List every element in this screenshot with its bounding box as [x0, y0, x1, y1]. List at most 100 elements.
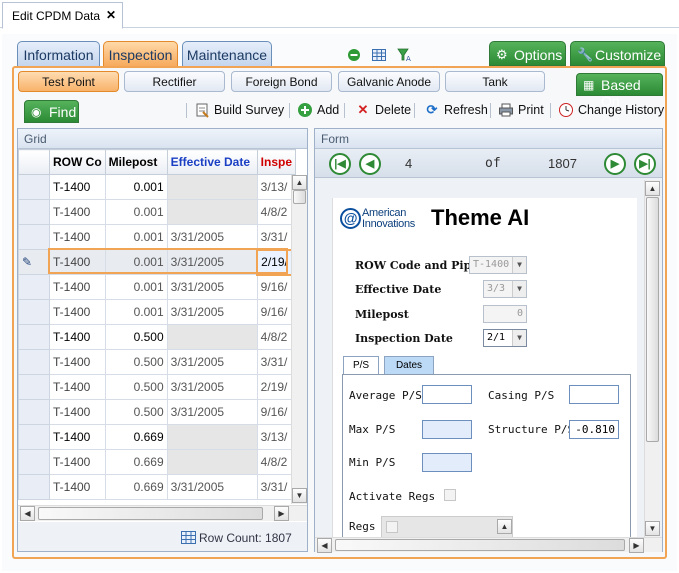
row-selector[interactable]	[18, 474, 50, 500]
cell-row-code[interactable]: T-1400	[49, 274, 106, 300]
cell-row-code[interactable]: T-1400	[49, 349, 106, 375]
chevron-down-icon[interactable]: ▼	[512, 281, 526, 297]
cell-effective-date[interactable]: 3/31/2005	[166, 249, 258, 275]
cell-effective-date[interactable]	[166, 449, 258, 475]
change-history-button[interactable]: Change History	[558, 102, 664, 120]
grid-header-effective-date[interactable]: Effective Date	[166, 149, 258, 175]
table-row[interactable]: T-1400 0.500 3/31/2005 3/31/	[18, 349, 297, 375]
row-selector[interactable]	[18, 274, 50, 300]
cell-milepost[interactable]: 0.500	[104, 374, 168, 400]
form-tab-dates[interactable]: Dates	[384, 356, 434, 375]
cell-inspection-date[interactable]: 9/16/	[256, 299, 297, 325]
average-ps-input[interactable]	[422, 385, 472, 404]
table-row[interactable]: T-1400 0.001 3/31/2005 9/16/	[18, 299, 297, 325]
cell-inspection-date[interactable]: 3/13/	[256, 174, 297, 200]
cell-inspection-date[interactable]: 2/19/	[256, 248, 297, 276]
cell-inspection-date[interactable]: 9/16/	[256, 274, 297, 300]
cell-effective-date[interactable]: 3/31/2005	[166, 474, 258, 500]
cell-effective-date[interactable]	[166, 199, 258, 225]
scroll-right-icon[interactable]: ▶	[274, 506, 289, 521]
cell-milepost[interactable]: 0.001	[104, 274, 168, 300]
based-on-button[interactable]: ▦ Based On	[576, 73, 663, 109]
grid-vertical-scrollbar[interactable]: ▲ ▼	[291, 175, 307, 504]
options-button[interactable]: ⚙ Options	[489, 41, 566, 66]
tab-maintenance[interactable]: Maintenance	[182, 41, 272, 66]
row-selector[interactable]	[18, 324, 50, 350]
row-selector[interactable]	[18, 349, 50, 375]
row-selector[interactable]	[18, 374, 50, 400]
cell-row-code[interactable]: T-1400	[49, 174, 106, 200]
table-row[interactable]: T-1400 0.001 3/31/2005 9/16/	[18, 274, 297, 300]
cell-milepost[interactable]: 0.500	[104, 349, 168, 375]
cell-effective-date[interactable]: 3/31/2005	[166, 399, 258, 425]
table-row[interactable]: T-1400 0.001 3/13/	[18, 174, 297, 200]
cell-milepost[interactable]: 0.001	[104, 299, 168, 325]
chevron-down-icon[interactable]: ▼	[512, 330, 526, 346]
table-row[interactable]: T-1400 0.001 3/31/2005 3/31/	[18, 224, 297, 250]
form-horizontal-scrollbar[interactable]: ◀ ▶	[315, 537, 662, 553]
cell-inspection-date[interactable]: 3/31/	[256, 224, 297, 250]
cell-effective-date[interactable]	[166, 174, 258, 200]
table-row[interactable]: T-1400 0.669 3/31/2005 3/31/	[18, 474, 297, 500]
row-selector[interactable]	[18, 224, 50, 250]
cell-row-code[interactable]: T-1400	[49, 324, 106, 350]
add-button[interactable]: Add	[297, 102, 339, 120]
cell-effective-date[interactable]: 3/31/2005	[166, 224, 258, 250]
last-record-icon[interactable]: ▶|	[634, 153, 656, 175]
print-button[interactable]: Print	[498, 102, 544, 120]
find-button[interactable]: ◉ Find	[24, 100, 79, 123]
cell-row-code[interactable]: T-1400	[49, 249, 106, 275]
row-code-dropdown[interactable]: T-1400 ▼	[469, 256, 527, 274]
cell-row-code[interactable]: T-1400	[49, 199, 106, 225]
scroll-thumb[interactable]	[646, 197, 659, 442]
scroll-thumb[interactable]	[293, 190, 306, 204]
structure-ps-input[interactable]: -0.810	[569, 420, 619, 439]
cell-milepost[interactable]: 0.500	[104, 324, 168, 350]
cell-milepost[interactable]: 0.001	[104, 224, 168, 250]
inspection-date-picker[interactable]: 2/1 ▼	[483, 329, 527, 347]
collapse-icon[interactable]	[347, 48, 361, 62]
first-record-icon[interactable]: |◀	[329, 153, 351, 175]
tab-information[interactable]: Information	[17, 41, 100, 66]
next-record-icon[interactable]: ▶	[604, 153, 626, 175]
scroll-up-icon[interactable]: ▲	[292, 175, 307, 190]
cell-row-code[interactable]: T-1400	[49, 449, 106, 475]
table-row[interactable]: ✎ T-1400 0.001 3/31/2005 2/19/	[18, 248, 297, 276]
build-survey-button[interactable]: Build Survey	[194, 102, 284, 120]
max-ps-input[interactable]	[422, 420, 472, 439]
tab-inspection[interactable]: Inspection	[103, 41, 178, 67]
scroll-right-icon[interactable]: ▶	[629, 538, 644, 553]
row-selector[interactable]	[18, 174, 50, 200]
subtab-foreign-bond[interactable]: Foreign Bond	[231, 71, 332, 92]
cell-row-code[interactable]: T-1400	[49, 374, 106, 400]
delete-button[interactable]: ✕ Delete	[355, 102, 412, 120]
chevron-down-icon[interactable]: ▼	[512, 257, 526, 273]
subtab-tank[interactable]: Tank	[445, 71, 545, 92]
row-selector[interactable]	[18, 449, 50, 475]
cell-effective-date[interactable]	[166, 324, 258, 350]
cell-row-code[interactable]: T-1400	[49, 474, 106, 500]
subtab-rectifier[interactable]: Rectifier	[124, 71, 225, 92]
grid-horizontal-scrollbar[interactable]: ◀ ▶	[18, 505, 307, 521]
scroll-left-icon[interactable]: ◀	[20, 506, 35, 521]
scroll-thumb-horizontal[interactable]	[335, 539, 625, 551]
cell-inspection-date[interactable]: 2/19/	[256, 374, 297, 400]
cell-row-code[interactable]: T-1400	[49, 299, 106, 325]
cell-milepost[interactable]: 0.500	[104, 399, 168, 425]
regs-checkbox[interactable]	[386, 521, 398, 533]
table-row[interactable]: T-1400 0.500 3/31/2005 2/19/	[18, 374, 297, 400]
grid-header-milepost[interactable]: Milepost	[104, 149, 168, 175]
casing-ps-input[interactable]	[569, 385, 619, 404]
cell-effective-date[interactable]: 3/31/2005	[166, 374, 258, 400]
regs-list[interactable]: ▲	[381, 516, 513, 538]
cell-inspection-date[interactable]: 3/13/	[256, 424, 297, 450]
scroll-up-icon[interactable]: ▲	[497, 519, 512, 534]
previous-record-icon[interactable]: ◀	[359, 153, 381, 175]
filter-icon[interactable]: A	[397, 48, 411, 63]
grid-header-row-code[interactable]: ROW Co	[49, 149, 106, 175]
cell-milepost[interactable]: 0.001	[104, 249, 168, 275]
subtab-test-point[interactable]: Test Point	[18, 71, 119, 92]
cell-milepost[interactable]: 0.669	[104, 424, 168, 450]
cell-row-code[interactable]: T-1400	[49, 399, 106, 425]
cell-inspection-date[interactable]: 4/8/2	[256, 449, 297, 475]
